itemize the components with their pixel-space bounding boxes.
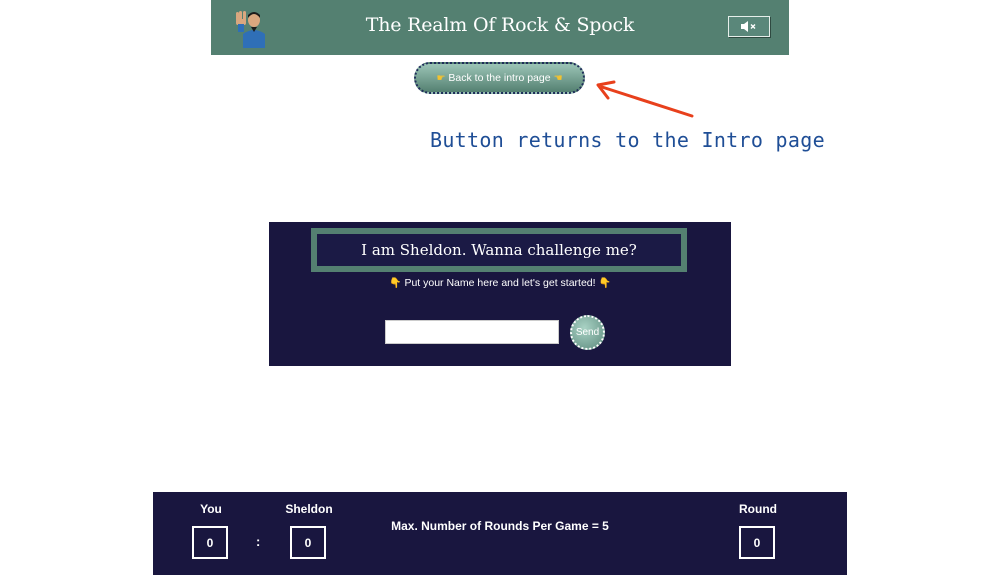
instruction-text: Put your Name here and let's get started… bbox=[404, 277, 596, 289]
send-button[interactable]: Send bbox=[570, 315, 605, 350]
you-label: You bbox=[200, 502, 222, 516]
annotation-text: Button returns to the Intro page bbox=[430, 128, 825, 152]
challenge-title: I am Sheldon. Wanna challenge me? bbox=[311, 228, 687, 272]
round-label: Round bbox=[739, 502, 777, 516]
pointing-down-icon: 👇 bbox=[389, 278, 402, 289]
page: The Realm Of Rock & Spock ☛ Back to the … bbox=[0, 0, 1000, 575]
sheldon-label: Sheldon bbox=[285, 502, 333, 516]
name-instruction: 👇 Put your Name here and let's get start… bbox=[269, 277, 731, 289]
round-value: 0 bbox=[739, 526, 775, 559]
name-input[interactable] bbox=[385, 320, 559, 344]
speaker-muted-icon bbox=[741, 21, 756, 32]
challenge-card: I am Sheldon. Wanna challenge me? 👇 Put … bbox=[269, 222, 731, 366]
score-separator: : bbox=[256, 534, 261, 549]
pointing-hand-icon: ☚ bbox=[553, 72, 563, 84]
back-to-intro-button[interactable]: ☛ Back to the intro page ☚ bbox=[414, 62, 585, 94]
pointing-down-icon: 👇 bbox=[598, 278, 611, 289]
mute-button[interactable] bbox=[728, 16, 770, 37]
header-bar: The Realm Of Rock & Spock bbox=[211, 0, 789, 55]
back-button-label: Back to the intro page bbox=[448, 72, 551, 84]
page-title: The Realm Of Rock & Spock bbox=[365, 14, 635, 36]
pointing-hand-icon: ☛ bbox=[436, 72, 446, 84]
annotation-arrow bbox=[596, 80, 694, 118]
scoreboard: You 0 : Sheldon 0 Max. Number of Rounds … bbox=[153, 492, 847, 575]
